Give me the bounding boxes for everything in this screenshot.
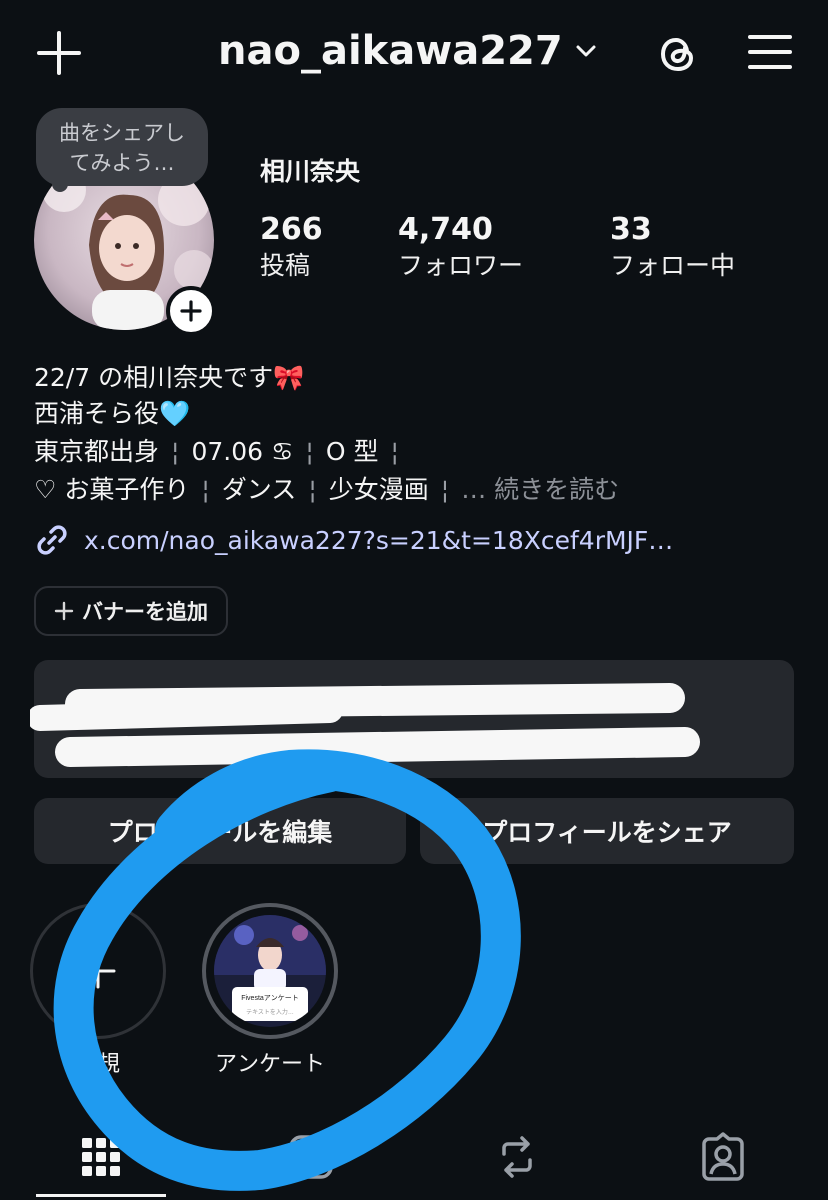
menu-icon[interactable] (748, 34, 792, 70)
note-line-1: 曲をシェアし (59, 121, 185, 145)
read-more-link[interactable]: … 続きを読む (461, 475, 619, 504)
share-profile-button[interactable]: プロフィールをシェア (420, 798, 794, 864)
note-bubble[interactable]: 曲をシェアし てみよう… (36, 108, 208, 186)
edit-profile-label: プロフィールを編集 (107, 818, 333, 847)
followers-count[interactable]: 4,740 フォロワー (398, 212, 523, 284)
stat-label: フォロワー (398, 251, 524, 280)
note-line-2: てみよう… (69, 151, 175, 175)
bio-birthday: 07.06 ♋ (191, 437, 294, 466)
redaction-scribble (30, 683, 700, 767)
reels-icon[interactable] (286, 1132, 336, 1182)
bio-hometown: 東京都出身 (34, 437, 160, 466)
bio-link[interactable]: x.com/nao_aikawa227?s=21&t=18Xcef4rMJF… (34, 522, 673, 558)
edit-profile-button[interactable]: プロフィールを編集 (34, 798, 406, 864)
new-highlight-button[interactable] (30, 903, 166, 1039)
share-profile-label: プロフィールをシェア (482, 818, 732, 847)
highlight-label-survey: アンケート (214, 1052, 325, 1077)
add-banner-button[interactable]: バナーを追加 (34, 586, 228, 636)
highlight-thumbnail: Fivestaアンケート テキストを入力… (214, 915, 326, 1027)
thumb-caption: Fivestaアンケート (241, 994, 299, 1002)
active-tab-indicator (36, 1194, 166, 1197)
plus-icon (180, 300, 202, 322)
tagged-icon[interactable] (698, 1132, 748, 1182)
bio-hobby-2: ダンス (221, 475, 297, 504)
chevron-down-icon (576, 45, 596, 57)
username: nao_aikawa227 (218, 28, 563, 74)
bio-hobby-1: ♡ お菓子作り (34, 475, 190, 504)
create-plus-icon[interactable] (36, 30, 82, 76)
add-banner-label: バナーを追加 (82, 600, 208, 624)
stat-label: 投稿 (260, 251, 311, 280)
plus-icon (80, 953, 116, 989)
bio-line-1: 22/7 の相川奈央です🎀 (34, 363, 305, 392)
posts-count[interactable]: 266 投稿 (260, 212, 323, 284)
stat-value: 266 (260, 212, 323, 247)
following-count[interactable]: 33 フォロー中 (610, 212, 735, 284)
bio-line-3: 東京都出身 ¦ 07.06 ♋ ¦ O 型 ¦ (34, 437, 399, 466)
highlight-label-new: 新規 (75, 1052, 120, 1077)
bio-line-2: 西浦そら役🩵 (34, 399, 191, 428)
display-name: 相川奈央 (260, 157, 361, 186)
repost-icon[interactable] (492, 1132, 542, 1182)
account-switcher[interactable]: nao_aikawa227 (218, 28, 597, 74)
plus-icon (54, 601, 74, 621)
bio-link-text: x.com/nao_aikawa227?s=21&t=18Xcef4rMJF… (84, 525, 674, 555)
threads-icon[interactable] (654, 30, 702, 78)
add-story-button[interactable] (166, 286, 216, 336)
link-icon (37, 525, 67, 555)
stat-label: フォロー中 (610, 251, 736, 280)
bio-bloodtype: O 型 (325, 437, 379, 466)
stat-value: 33 (610, 212, 652, 247)
thumb-input: テキストを入力… (246, 1008, 294, 1016)
bio-line-4: ♡ お菓子作り ¦ ダンス ¦ 少女漫画 ¦… 続きを読む (34, 475, 620, 504)
stat-value: 4,740 (398, 212, 493, 247)
highlight-survey[interactable]: Fivestaアンケート テキストを入力… (202, 903, 338, 1039)
bio-hobby-3: 少女漫画 (328, 475, 429, 504)
grid-icon[interactable] (76, 1132, 126, 1182)
